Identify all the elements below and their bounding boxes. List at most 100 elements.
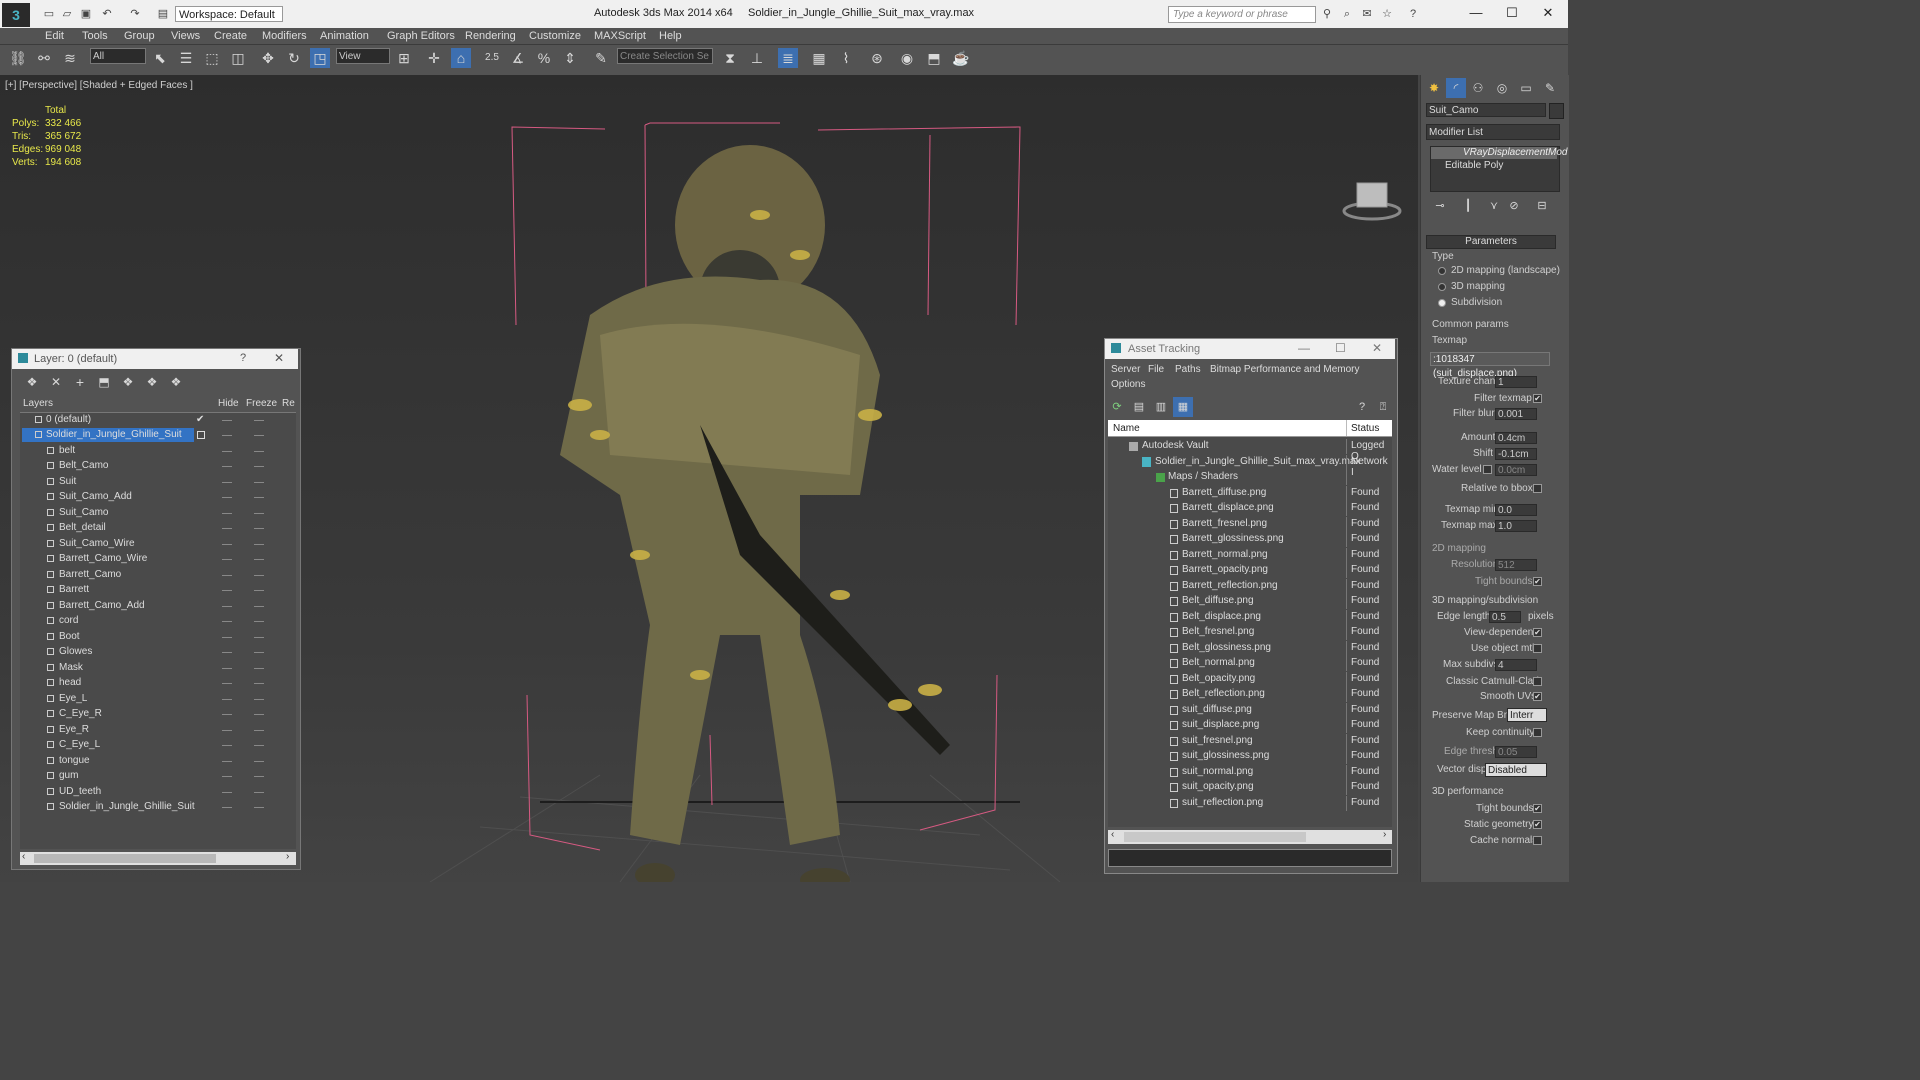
asset-row[interactable]: Barrett_reflection.png Found bbox=[1108, 579, 1392, 595]
asset-row[interactable]: Belt_fresnel.png Found bbox=[1108, 625, 1392, 641]
asset-row[interactable]: Belt_normal.png Found bbox=[1108, 656, 1392, 672]
delete-layer-icon[interactable]: ✕ bbox=[46, 372, 66, 392]
menu-create[interactable]: Create bbox=[214, 30, 247, 42]
tight-bounds-checkbox[interactable]: ✔ bbox=[1533, 577, 1542, 586]
max-subdivs-spinner[interactable]: 4 bbox=[1495, 659, 1537, 671]
water-level-checkbox[interactable] bbox=[1483, 465, 1492, 474]
layer-row[interactable]: Barrett_Camo bbox=[20, 568, 294, 583]
asset-row[interactable]: Autodesk Vault Logged O bbox=[1108, 439, 1392, 462]
layer-row[interactable]: Suit bbox=[20, 475, 294, 490]
close-button[interactable]: ✕ bbox=[274, 351, 284, 365]
project-folder-icon[interactable]: ▤ bbox=[156, 7, 170, 21]
make-unique-icon[interactable]: ⋎ bbox=[1484, 196, 1504, 216]
layer-row[interactable]: tongue bbox=[20, 754, 294, 769]
asset-row[interactable]: Belt_diffuse.png Found bbox=[1108, 594, 1392, 610]
asset-row[interactable]: suit_glossiness.png Found bbox=[1108, 749, 1392, 765]
texture-chan-spinner[interactable]: 1 bbox=[1495, 376, 1537, 388]
create-tab-icon[interactable]: ✸ bbox=[1424, 78, 1444, 98]
layer-row[interactable]: Eye_R bbox=[20, 723, 294, 738]
hide-all-icon[interactable]: ❖ bbox=[142, 372, 162, 392]
percent-snap-icon[interactable]: % bbox=[534, 48, 554, 68]
type-radio[interactable] bbox=[1438, 299, 1446, 307]
maximize-button[interactable]: ☐ bbox=[1335, 341, 1346, 355]
close-button[interactable]: ✕ bbox=[1372, 341, 1382, 355]
asset-row[interactable]: Maps / Shaders bbox=[1108, 470, 1392, 486]
refresh-icon[interactable]: ⟳ bbox=[1107, 397, 1127, 417]
pivot-center-icon[interactable]: ⊞ bbox=[394, 48, 414, 68]
layer-row[interactable]: head bbox=[20, 676, 294, 691]
render-setup-icon[interactable]: ⬒ bbox=[924, 48, 944, 68]
render-production-icon[interactable]: ☕ bbox=[951, 48, 971, 68]
menu-views[interactable]: Views bbox=[171, 30, 200, 42]
freeze-column-header[interactable]: Freeze bbox=[246, 398, 277, 409]
vector-displ-select[interactable]: Disabled bbox=[1485, 763, 1547, 777]
remove-modifier-icon[interactable]: ⊘ bbox=[1504, 196, 1524, 216]
use-object-mtl-checkbox[interactable] bbox=[1533, 644, 1542, 653]
asset-row[interactable]: Belt_opacity.png Found bbox=[1108, 672, 1392, 688]
new-layer-icon[interactable]: ❖ bbox=[22, 372, 42, 392]
layer-row[interactable]: Barrett_Camo_Add bbox=[20, 599, 294, 614]
water-level-spinner[interactable]: 0.0cm bbox=[1495, 464, 1537, 476]
help-icon[interactable]: ? bbox=[1406, 7, 1420, 21]
hide-column-header[interactable]: Hide bbox=[218, 398, 239, 409]
link-icon[interactable]: ⛓ bbox=[8, 48, 28, 68]
scroll-right-icon[interactable]: › bbox=[1383, 829, 1386, 840]
type-radio[interactable] bbox=[1438, 267, 1446, 275]
minimize-button[interactable]: — bbox=[1466, 5, 1486, 21]
asset-window-titlebar[interactable]: Asset Tracking — ☐ ✕ bbox=[1105, 339, 1395, 359]
modify-tab-icon[interactable]: ◜ bbox=[1446, 78, 1466, 98]
layer-row[interactable]: Mask bbox=[20, 661, 294, 676]
configure-sets-icon[interactable]: ⊟ bbox=[1532, 196, 1552, 216]
layer-row[interactable]: Barrett_Camo_Wire bbox=[20, 552, 294, 567]
utilities-tab-icon[interactable]: ✎ bbox=[1540, 78, 1560, 98]
menu-graph-editors[interactable]: Graph Editors bbox=[387, 30, 455, 42]
pin-stack-icon[interactable]: ⊸ bbox=[1430, 196, 1450, 216]
amount-spinner[interactable]: 0.4cm bbox=[1495, 432, 1537, 444]
keyboard-shortcut-icon[interactable]: ⌂ bbox=[451, 48, 471, 68]
menu-group[interactable]: Group bbox=[124, 30, 155, 42]
asset-row[interactable]: Barrett_diffuse.png Found bbox=[1108, 486, 1392, 502]
asset-row[interactable]: suit_fresnel.png Found bbox=[1108, 734, 1392, 750]
asset-row[interactable]: suit_normal.png Found bbox=[1108, 765, 1392, 781]
new-file-icon[interactable]: ▭ bbox=[42, 7, 56, 21]
selection-filter-select[interactable]: All bbox=[90, 48, 146, 64]
material-editor-icon[interactable]: ◉ bbox=[897, 48, 917, 68]
minimize-button[interactable]: — bbox=[1298, 341, 1310, 355]
save-icon[interactable]: ▣ bbox=[79, 7, 93, 21]
shift-spinner[interactable]: -0.1cm bbox=[1495, 448, 1537, 460]
list-view-icon[interactable]: ▤ bbox=[1129, 397, 1149, 417]
select-objects-icon[interactable]: ⬒ bbox=[94, 372, 114, 392]
tight-bounds-3d-checkbox[interactable]: ✔ bbox=[1533, 804, 1542, 813]
communication-icon[interactable]: ✉ bbox=[1360, 7, 1374, 21]
asset-row[interactable]: suit_diffuse.png Found bbox=[1108, 703, 1392, 719]
render-column-header[interactable]: Re bbox=[282, 398, 295, 409]
layer-horizontal-scrollbar[interactable]: ‹ › bbox=[20, 851, 296, 865]
open-file-icon[interactable]: ▱ bbox=[60, 7, 74, 21]
scroll-left-icon[interactable]: ‹ bbox=[22, 851, 25, 862]
object-name-field[interactable]: Suit_Camo bbox=[1426, 103, 1546, 117]
scroll-thumb[interactable] bbox=[34, 854, 216, 863]
menu-file[interactable]: File bbox=[1148, 364, 1164, 375]
viewcube[interactable] bbox=[1342, 182, 1402, 221]
layer-row[interactable]: UD_teeth bbox=[20, 785, 294, 800]
bind-spacewarp-icon[interactable]: ≋ bbox=[60, 48, 80, 68]
relative-bbox-checkbox[interactable] bbox=[1533, 484, 1542, 493]
smooth-uvs-checkbox[interactable]: ✔ bbox=[1533, 692, 1542, 701]
angle-snap-icon[interactable]: ∡ bbox=[508, 48, 528, 68]
parameters-rollout[interactable]: Parameters bbox=[1426, 235, 1556, 249]
asset-row[interactable]: Barrett_glossiness.png Found bbox=[1108, 532, 1392, 548]
show-end-result-icon[interactable]: ┃ bbox=[1458, 196, 1478, 216]
help-search-icon[interactable]: ⍰ bbox=[1373, 397, 1393, 417]
help-button[interactable]: ? bbox=[240, 352, 246, 364]
layer-row[interactable]: gum bbox=[20, 769, 294, 784]
unlink-icon[interactable]: ⚯ bbox=[34, 48, 54, 68]
status-column-header[interactable]: Status bbox=[1351, 423, 1379, 434]
hierarchy-tab-icon[interactable]: ⚇ bbox=[1468, 78, 1488, 98]
filter-blur-spinner[interactable]: 0.001 bbox=[1495, 408, 1537, 420]
layer-row[interactable]: Glowes bbox=[20, 645, 294, 660]
layer-row[interactable]: Soldier_in_Jungle_Ghillie_Suit bbox=[20, 800, 294, 815]
texmap-min-spinner[interactable]: 0.0 bbox=[1495, 504, 1537, 516]
tree-view-icon[interactable]: ▥ bbox=[1151, 397, 1171, 417]
rectangular-selection-icon[interactable]: ⬚ bbox=[202, 48, 222, 68]
modifier-stack-item[interactable]: VRayDisplacementMod bbox=[1431, 147, 1568, 159]
